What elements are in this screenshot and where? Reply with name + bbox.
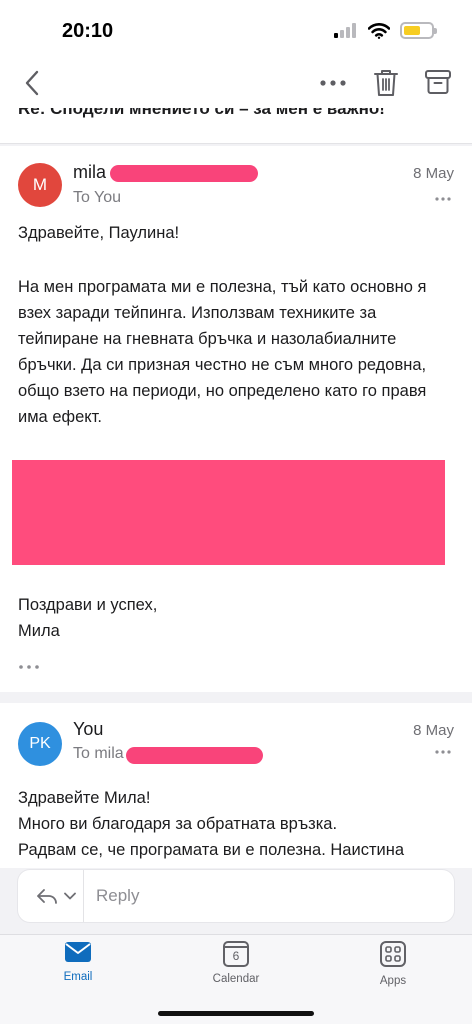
redacted-email (126, 747, 263, 764)
reply-bar: Reply (0, 868, 472, 934)
recipient-line: To You (73, 189, 122, 206)
mail-icon (65, 942, 91, 962)
avatar: PK (18, 722, 62, 766)
message-line: Много ви благодаря за обратната връзка. (18, 815, 338, 833)
wifi-icon (368, 22, 390, 39)
redacted-content-block (12, 460, 445, 565)
calendar-icon: 6 (223, 941, 249, 967)
tab-label: Calendar (212, 973, 260, 985)
message-greeting: Здравейте Мила! (18, 789, 151, 807)
message-paragraph: На мен програмата ми е полезна, тъй като… (18, 278, 427, 426)
archive-icon[interactable] (424, 68, 452, 96)
more-options-icon[interactable] (318, 70, 348, 96)
apps-grid-icon (380, 941, 406, 967)
tab-calendar[interactable]: 6 Calendar (191, 941, 281, 995)
calendar-day: 6 (232, 949, 240, 963)
reply-options-button[interactable] (26, 870, 86, 922)
avatar: M (18, 163, 62, 207)
reply-box[interactable]: Reply (18, 870, 454, 922)
back-chevron-icon[interactable] (18, 68, 48, 98)
battery-level (404, 26, 420, 35)
message-signoff: Поздрави и успех, (18, 596, 158, 614)
reply-arrow-icon (37, 889, 57, 904)
cellular-signal-icon (334, 23, 356, 38)
conversation-scroll-area[interactable]: Re: Сподели мнението си – за мен е важно… (0, 108, 472, 868)
message-card[interactable]: PK You To mila 8 May Здравейте Мила! Мно… (0, 703, 472, 868)
tab-label: Email (63, 971, 93, 983)
message-greeting: Здравейте, Паулина! (18, 224, 180, 242)
chevron-down-icon (64, 892, 76, 900)
show-quoted-text-icon[interactable] (18, 663, 40, 671)
recipient-line: To mila (73, 745, 124, 762)
message-signature: Мила (18, 622, 60, 640)
message-more-icon[interactable] (434, 749, 452, 755)
reply-divider (83, 870, 84, 922)
trash-icon[interactable] (372, 68, 400, 98)
message-more-icon[interactable] (434, 196, 452, 202)
tab-email[interactable]: Email (33, 941, 123, 995)
sender-name: You (73, 719, 104, 739)
message-card[interactable]: M mila To You 8 May Здравейте, Паулина! … (0, 146, 472, 692)
status-bar: 20:10 (0, 0, 472, 58)
message-line: Радвам се, че програмата ви е полезна. Н… (18, 841, 405, 859)
thread-subject: Re: Сподели мнението си – за мен е важно… (18, 108, 385, 118)
top-nav-bar (0, 58, 472, 108)
bottom-tab-bar: Email 6 Calendar Apps (0, 934, 472, 1024)
sender-name: mila (73, 162, 107, 182)
home-indicator (158, 1011, 314, 1016)
status-time: 20:10 (62, 20, 114, 42)
redacted-email (110, 165, 258, 182)
reply-input[interactable]: Reply (96, 886, 139, 906)
message-date: 8 May (413, 165, 454, 182)
thread-subject-header: Re: Сподели мнението си – за мен е важно… (0, 108, 472, 144)
tab-label: Apps (379, 975, 407, 987)
battery-cap (434, 28, 437, 34)
battery-icon (400, 22, 437, 39)
message-date: 8 May (413, 722, 454, 739)
status-icons (334, 22, 437, 39)
tab-apps[interactable]: Apps (348, 941, 438, 995)
